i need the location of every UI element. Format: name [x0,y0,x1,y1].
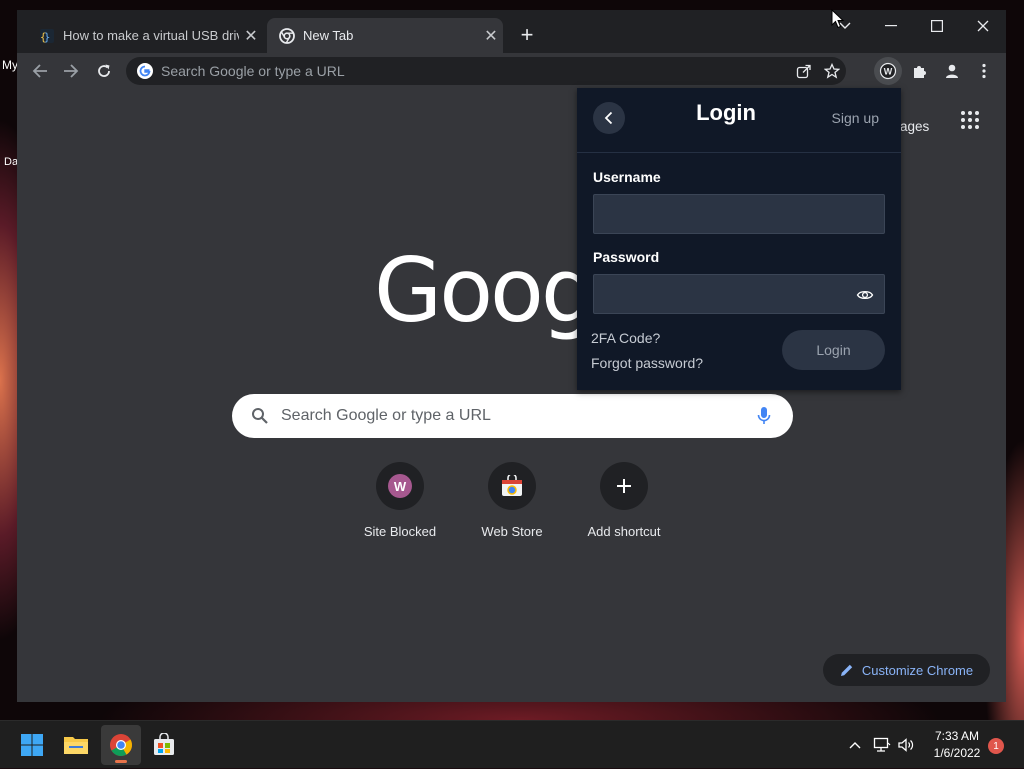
shortcut-site-blocked[interactable]: W Site Blocked [344,462,456,539]
puzzle-icon[interactable] [906,57,934,85]
shortcut-web-store[interactable]: Web Store [456,462,568,539]
taskbar: 7:33 AM 1/6/2022 1 [0,720,1024,768]
minimize-button[interactable] [868,10,914,42]
clock-date: 1/6/2022 [933,746,981,760]
shortcut-label: Web Store [481,524,543,539]
chevron-up-icon[interactable] [843,721,867,769]
shortcut-label: Site Blocked [363,524,437,539]
store-button[interactable] [144,725,184,765]
profile-icon[interactable] [938,57,966,85]
active-indicator [115,760,127,763]
tab-virtual-usb[interactable]: }{ How to make a virtual USB drive ✕ [29,18,263,53]
microphone-icon[interactable] [757,406,771,426]
login-button[interactable]: Login [782,330,885,370]
toolbar: Search Google or type a URL W [17,53,1006,89]
password-field[interactable] [593,274,885,314]
signup-link[interactable]: Sign up [832,110,879,126]
customize-label: Customize Chrome [861,662,974,678]
letter-w-icon: W [388,474,412,498]
popup-title: Login [696,100,756,125]
volume-icon[interactable] [895,721,917,769]
search-box[interactable]: Search Google or type a URL [232,394,793,438]
file-explorer-button[interactable] [56,725,96,765]
close-tab-icon[interactable]: ✕ [479,26,503,46]
forgot-password-link[interactable]: Forgot password? [591,355,703,371]
tab-new-tab[interactable]: New Tab ✕ [267,18,503,53]
new-tab-button[interactable]: + [515,24,539,48]
address-bar-placeholder: Search Google or type a URL [161,63,345,79]
chrome-icon [110,734,132,756]
twofa-link[interactable]: 2FA Code? [591,330,660,346]
windows-icon [21,734,43,756]
forward-icon[interactable] [57,57,85,85]
password-label: Password [593,249,660,265]
reload-icon[interactable] [90,57,118,85]
plus-icon [616,478,632,494]
desktop-icon-label[interactable]: Da [4,156,18,168]
tab-search-icon[interactable] [822,10,868,42]
tab-title: How to make a virtual USB drive [63,28,239,43]
search-placeholder: Search Google or type a URL [281,407,491,424]
desktop-icon-label[interactable]: My [2,58,18,72]
chrome-taskbar-button[interactable] [101,725,141,765]
apps-grid-icon[interactable] [961,111,979,129]
notification-badge[interactable]: 1 [988,738,1004,754]
folder-icon [64,737,88,754]
close-tab-icon[interactable]: ✕ [239,26,263,46]
network-icon[interactable] [871,721,893,769]
svg-text:W: W [884,67,893,77]
close-window-button[interactable] [960,10,1006,42]
username-field[interactable] [593,194,885,234]
web-store-icon [501,475,523,497]
extension-w-icon[interactable]: W [874,57,902,85]
start-button[interactable] [12,725,52,765]
google-g-icon [136,62,154,80]
svg-text:{: { [40,30,47,43]
store-icon [154,733,174,755]
eye-icon[interactable] [856,286,874,304]
popup-header: Login Sign up [577,88,901,153]
back-icon[interactable] [26,57,54,85]
brackets-icon: }{ [39,28,55,44]
shortcut-add[interactable]: Add shortcut [568,462,680,539]
login-popup: Login Sign up Username Password 2FA Code… [577,88,901,390]
pencil-icon [840,663,854,677]
customize-chrome-button[interactable]: Customize Chrome [823,654,990,686]
address-bar[interactable]: Search Google or type a URL [126,57,846,85]
google-logo: Goog [374,239,597,342]
search-icon [251,407,269,425]
mouse-cursor [831,8,845,34]
star-icon[interactable] [818,57,846,85]
clock-time: 7:33 AM [934,729,980,743]
tab-title: New Tab [303,28,354,43]
username-label: Username [593,169,661,185]
chrome-icon [279,27,295,44]
shortcut-label: Add shortcut [587,524,661,539]
system-clock[interactable]: 7:33 AM 1/6/2022 [925,728,989,762]
share-icon[interactable] [790,57,818,85]
tab-strip: }{ How to make a virtual USB drive ✕ New… [17,10,1006,53]
menu-icon[interactable] [970,57,998,85]
maximize-button[interactable] [914,10,960,42]
